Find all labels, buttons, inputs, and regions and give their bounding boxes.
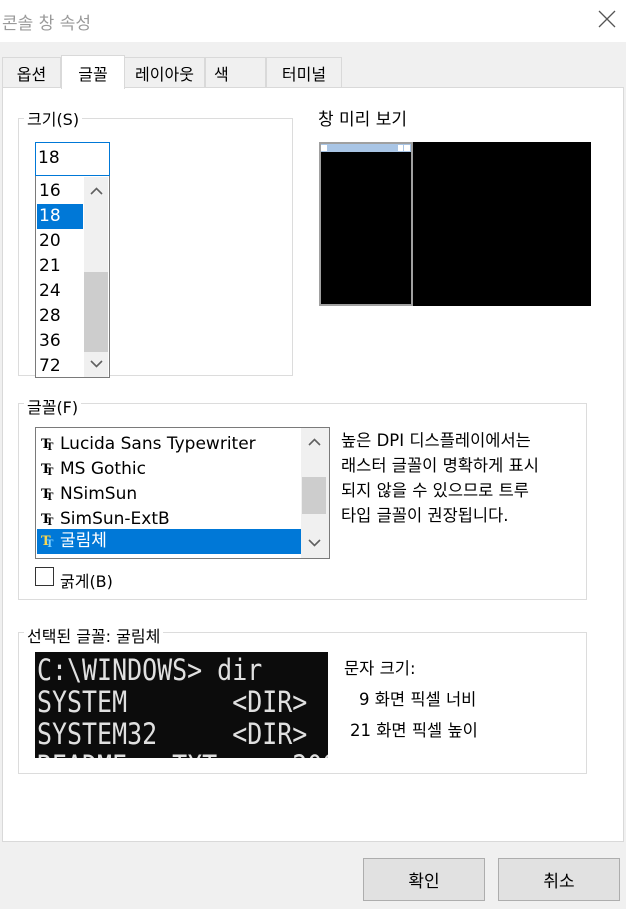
list-item[interactable]: TT Lucida Sans Typewriter — [37, 432, 301, 457]
tab-layout[interactable]: 레이아웃 — [124, 57, 205, 87]
size-scroll-thumb[interactable] — [84, 272, 108, 352]
font-name: MS Gothic — [60, 459, 146, 479]
font-group-label: 글꼴(F) — [24, 394, 82, 418]
chevron-up-icon[interactable] — [88, 183, 105, 200]
cancel-button[interactable]: 취소 — [498, 858, 620, 901]
sample-line: SYSTEM <DIR> — [37, 685, 308, 719]
list-item[interactable]: 24 — [37, 279, 83, 304]
truetype-icon: TT — [41, 437, 54, 453]
font-info-text: 높은 DPI 디스플레이에서는 래스터 글꼴이 명확하게 표시 되지 않을 수 … — [341, 428, 539, 528]
truetype-icon: TT — [41, 462, 54, 478]
font-name: Lucida Sans Typewriter — [60, 434, 256, 454]
preview-console-window — [319, 142, 413, 306]
ok-button[interactable]: 확인 — [363, 858, 485, 901]
list-item[interactable]: TT NSimSun — [37, 482, 301, 507]
preview-window-button — [404, 145, 410, 151]
list-item-selected[interactable]: TT 굴림체 — [37, 529, 301, 554]
list-item[interactable]: TT MS Gothic — [37, 457, 301, 482]
sample-line: C:\WINDOWS> dir — [37, 653, 263, 687]
chevron-up-icon[interactable] — [306, 434, 323, 451]
preview-window-icon — [321, 145, 327, 151]
font-scroll-thumb[interactable] — [302, 477, 326, 514]
sample-line: README TXT 2001 — [37, 750, 328, 758]
font-name: NSimSun — [60, 484, 138, 504]
tab-font[interactable]: 글꼴 — [61, 55, 125, 89]
list-item[interactable]: 28 — [37, 304, 83, 329]
info-line: 높은 DPI 디스플레이에서는 — [341, 431, 531, 450]
size-group-label: 크기(S) — [24, 106, 83, 130]
sample-line: SYSTEM32 <DIR> — [37, 717, 308, 751]
title-bar — [0, 0, 626, 42]
tab-label: 옵션 — [16, 64, 47, 84]
list-item[interactable]: 36 — [37, 329, 83, 354]
info-line: 타입 글꼴이 권장됩니다. — [341, 506, 509, 525]
info-line: 되지 않을 수 있으므로 트루 — [341, 481, 529, 500]
list-item[interactable]: 21 — [37, 254, 83, 279]
char-size-label: 문자 크기: — [344, 659, 416, 678]
window-title: 콘솔 창 속성 — [2, 14, 92, 34]
font-name: 굴림체 — [60, 531, 107, 551]
tab-label: 터미널 — [281, 64, 327, 84]
preview-window-button — [398, 145, 403, 151]
list-item[interactable]: 20 — [37, 229, 83, 254]
truetype-icon: TT — [41, 534, 54, 550]
list-item[interactable]: 16 — [37, 179, 83, 204]
char-height-text: 21 화면 픽셀 높이 — [350, 721, 478, 740]
tab-label: 레이아웃 — [135, 64, 194, 84]
truetype-icon: TT — [41, 512, 54, 528]
tab-options[interactable]: 옵션 — [2, 57, 61, 87]
list-item[interactable]: 72 — [37, 354, 83, 379]
tab-label: 글꼴 — [78, 64, 108, 84]
size-input[interactable]: 18 — [35, 142, 110, 176]
chevron-down-icon[interactable] — [88, 356, 105, 373]
tab-label: 색 — [214, 64, 229, 84]
font-list[interactable]: TT Lucida Sans Typewriter TT MS Gothic T… — [35, 427, 330, 559]
close-icon[interactable] — [596, 8, 618, 30]
bold-label: 굵게(B) — [60, 572, 113, 591]
bold-checkbox[interactable] — [35, 567, 54, 586]
list-item-selected[interactable]: 18 — [37, 204, 83, 229]
chevron-down-icon[interactable] — [306, 535, 323, 552]
selected-font-label: 선택된 글꼴: 굴림체 — [24, 623, 164, 647]
truetype-icon: TT — [41, 487, 54, 503]
info-line: 래스터 글꼴이 명확하게 표시 — [341, 456, 539, 475]
char-width-text: 9 화면 픽셀 너비 — [359, 690, 477, 709]
tab-colors[interactable]: 색 — [205, 57, 266, 87]
tab-terminal[interactable]: 터미널 — [266, 57, 342, 87]
font-sample-console: C:\WINDOWS> dir SYSTEM <DIR> SYSTEM32 <D… — [35, 652, 328, 758]
preview-label: 창 미리 보기 — [318, 110, 408, 130]
